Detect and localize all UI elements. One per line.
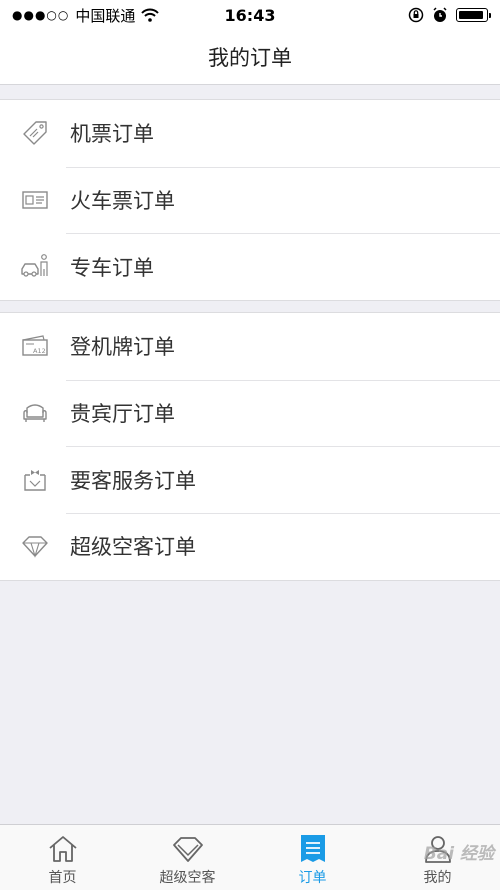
train-ticket-icon: [22, 191, 48, 209]
tab-mine[interactable]: 我的: [375, 825, 500, 890]
order-group-travel: 机票订单 火车票订单 专车订单: [0, 99, 500, 302]
diamond-icon: [22, 536, 48, 559]
tab-label: 订单: [298, 870, 327, 886]
ticket-icon: [23, 121, 47, 146]
tab-orders[interactable]: 订单: [250, 825, 375, 890]
wifi-icon: [141, 8, 160, 22]
status-bar: ●●●○○ 中国联通 16:43: [0, 0, 500, 30]
order-item-vip-service[interactable]: 要客服务订单: [0, 446, 500, 513]
order-item-label: 登机牌订单: [70, 335, 175, 360]
order-item-label: 要客服务订单: [70, 468, 196, 493]
order-item-label: 贵宾厅订单: [70, 402, 175, 427]
rotation-lock-icon: [408, 7, 424, 23]
battery-icon: [456, 8, 491, 22]
order-item-car[interactable]: 专车订单: [0, 233, 500, 300]
signal-strength-icon: ●●●○○: [12, 8, 70, 22]
user-icon: [424, 836, 451, 863]
tab-label: 我的: [423, 870, 452, 886]
order-group-services: A12 登机牌订单 贵宾厅订单 要客服务订单 超级空客订单: [0, 312, 500, 581]
order-item-label: 专车订单: [70, 255, 154, 280]
sofa-icon: [23, 404, 47, 423]
order-item-label: 火车票订单: [70, 189, 175, 214]
order-item-label: 超级空客订单: [70, 535, 196, 560]
page-title: 我的订单: [208, 46, 292, 70]
car-icon: [21, 253, 48, 277]
boarding-pass-icon: A12: [22, 335, 48, 357]
navigation-bar: 我的订单: [0, 30, 500, 85]
alarm-icon: [433, 7, 447, 22]
vip-service-icon: [24, 469, 46, 491]
tab-bar: 首页 超级空客 订单 我的: [0, 824, 500, 890]
order-item-label: 机票订单: [70, 122, 154, 147]
carrier-name: 中国联通: [75, 6, 136, 25]
order-item-train[interactable]: 火车票订单: [0, 166, 500, 234]
order-item-boarding-pass[interactable]: A12 登机牌订单: [0, 313, 500, 380]
order-item-vip-lounge[interactable]: 贵宾厅订单: [0, 379, 500, 447]
order-item-super-airbus[interactable]: 超级空客订单: [0, 513, 500, 580]
tab-label: 超级空客: [159, 870, 216, 886]
order-item-flight[interactable]: 机票订单: [0, 100, 500, 167]
home-icon: [48, 836, 77, 862]
tab-home[interactable]: 首页: [0, 825, 125, 890]
boarding-pass-code: A12: [33, 347, 46, 355]
diamond-icon: [172, 837, 203, 862]
tab-label: 首页: [48, 870, 77, 886]
orders-icon: [300, 835, 325, 862]
tab-super-airbus[interactable]: 超级空客: [125, 825, 250, 890]
